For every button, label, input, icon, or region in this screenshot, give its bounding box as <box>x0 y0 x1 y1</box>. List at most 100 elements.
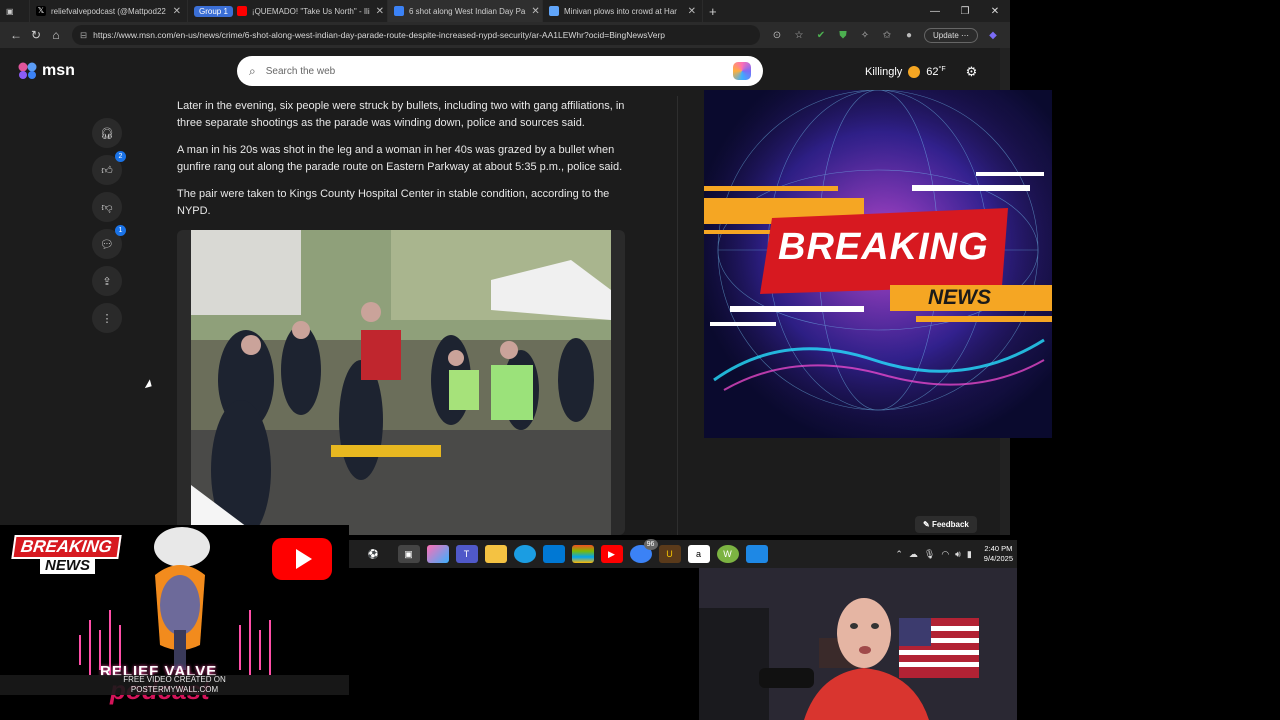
x-logo-icon: 𝕏 <box>36 6 46 16</box>
volume-icon[interactable]: 🔊︎ <box>955 549 961 560</box>
close-icon[interactable]: ✕ <box>167 6 181 17</box>
microphone-icon[interactable]: 🎙︎ <box>924 549 935 560</box>
ups-icon[interactable]: U <box>658 545 681 563</box>
amazon-icon[interactable]: a <box>687 545 710 563</box>
msn-logo[interactable]: msn <box>18 62 75 80</box>
youtube-icon[interactable]: ▶ <box>600 545 623 563</box>
wifi-icon[interactable]: ◠ <box>941 549 949 560</box>
search-box[interactable]: ⌕ Search the web <box>237 56 763 86</box>
tab-youtube[interactable]: Group 1 ¡QUEMADO! "Take Us North" - Ili … <box>188 0 388 22</box>
search-icon: ⌕ <box>249 63 256 78</box>
url-text: https://www.msn.com/en-us/news/crime/6-s… <box>93 30 665 40</box>
weather-widget-icon[interactable]: ⚽ <box>357 545 391 563</box>
outlook-icon[interactable] <box>542 545 565 563</box>
article-photo[interactable] <box>177 230 625 535</box>
site-info-icon[interactable]: ⊟ <box>80 30 87 41</box>
update-label: Update <box>932 30 959 40</box>
system-tray: ⌃ ☁ 🎙︎ ◠ 🔊︎ ▮ 2:40 PM 9/4/2025 <box>895 544 1013 564</box>
news-icon <box>549 6 559 16</box>
update-button[interactable]: Update ⋯ <box>923 27 978 43</box>
url-field[interactable]: ⊟ https://www.msn.com/en-us/news/crime/6… <box>72 25 760 45</box>
tab-label: Minivan plows into crowd at Har <box>564 6 677 16</box>
close-icon[interactable]: ✕ <box>370 6 384 17</box>
extension-check-icon[interactable]: ✔ <box>810 30 832 41</box>
dislike-thumbs-down-icon[interactable]: 👎︎ <box>92 192 122 222</box>
teams-icon[interactable]: T <box>455 545 478 563</box>
microphone-logo <box>79 527 271 675</box>
favorite-star-icon[interactable]: ☆ <box>788 30 810 41</box>
share-icon[interactable]: ⇪ <box>92 266 122 296</box>
search-input[interactable]: Search the web <box>266 66 336 77</box>
clock-date: 9/4/2025 <box>983 554 1013 563</box>
close-icon[interactable]: ✕ <box>682 6 696 17</box>
weather-unit: °F <box>938 66 946 73</box>
file-explorer-icon[interactable] <box>484 545 507 563</box>
close-window-icon[interactable]: ✕ <box>980 6 1010 17</box>
onedrive-icon[interactable]: ☁ <box>909 549 918 560</box>
article-body: Later in the evening, six people were st… <box>177 98 627 230</box>
maximize-icon[interactable]: ❐ <box>950 6 980 17</box>
msn-butterfly-icon <box>18 62 38 80</box>
reader-icon[interactable]: ⊙ <box>766 30 788 41</box>
tab-msn-article[interactable]: 6 shot along West Indian Day Pa ✕ <box>388 0 543 22</box>
msn-icon <box>394 6 404 16</box>
weather-widget[interactable]: Killingly 62°F ⚙ <box>865 64 977 80</box>
clock[interactable]: 2:40 PM 9/4/2025 <box>984 544 1013 564</box>
youtube-play-icon[interactable] <box>272 538 332 580</box>
new-tab-button[interactable]: + <box>703 0 725 22</box>
comment-icon[interactable]: 💬︎ 1 <box>92 225 126 259</box>
browser-tab-bar: ▣ 𝕏 reliefvalvepodcast (@Mattpod22 ✕ Gro… <box>0 0 1010 22</box>
close-icon[interactable]: ✕ <box>525 6 539 17</box>
article-action-rail: 🎧︎ 👍︎ 2 👎︎ 💬︎ 1 ⇪ ⋮ <box>92 118 126 340</box>
tab-minivan-article[interactable]: Minivan plows into crowd at Har ✕ <box>543 0 703 22</box>
workspaces-icon[interactable]: ▣ <box>0 0 30 22</box>
copilot-icon[interactable]: ◆ <box>982 30 1004 41</box>
favorites-icon[interactable]: ✩ <box>876 30 898 41</box>
column-divider <box>677 96 678 535</box>
sunny-icon <box>908 66 921 78</box>
listen-headphones-icon[interactable]: 🎧︎ <box>92 118 122 148</box>
profile-avatar[interactable]: ● <box>898 30 920 41</box>
webcam-feed <box>699 568 1017 720</box>
tab-label: 6 shot along West Indian Day Pa <box>409 6 526 16</box>
edge-browser-icon[interactable] <box>513 545 536 563</box>
youtube-icon <box>236 6 247 16</box>
snipping-tool-icon[interactable] <box>745 545 768 563</box>
minimize-icon[interactable]: — <box>920 6 950 17</box>
like-thumbs-up-icon[interactable]: 👍︎ 2 <box>92 151 126 185</box>
notification-count: 96 <box>643 539 658 550</box>
webtoons-icon[interactable]: W <box>716 545 739 563</box>
podcast-branding-overlay: BREAKING NEWS RELIEF VALVE podcast FREE … <box>0 525 349 720</box>
feedback-button[interactable]: ✎ Feedback <box>915 516 977 533</box>
more-options-icon[interactable]: ⋮ <box>92 303 122 333</box>
battery-icon[interactable]: ▮ <box>967 549 972 560</box>
store-icon[interactable] <box>571 545 594 563</box>
copilot-icon[interactable] <box>426 545 449 563</box>
article-paragraph: The pair were taken to Kings County Hosp… <box>177 188 610 217</box>
weather-location: Killingly <box>865 66 903 78</box>
tab-group-chip[interactable]: Group 1 <box>194 5 233 17</box>
extension-shield-icon[interactable]: ⛊ <box>832 30 854 41</box>
like-count-badge: 2 <box>115 151 126 162</box>
tab-x-profile[interactable]: 𝕏 reliefvalvepodcast (@Mattpod22 ✕ <box>30 0 188 22</box>
clock-time: 2:40 PM <box>984 544 1013 553</box>
home-icon[interactable]: ⌂ <box>46 28 66 42</box>
refresh-icon[interactable]: ↻ <box>26 28 46 42</box>
chevron-up-icon[interactable]: ⌃ <box>895 549 903 560</box>
windows-taskbar: ⚽ ▣ T ▶ 96 U a W ⌃ ☁ 🎙︎ ◠ 🔊︎ ▮ 2:40 PM 9… <box>349 539 1017 568</box>
msn-logo-text: msn <box>42 62 75 79</box>
article-paragraph: A man in his 20s was shot in the leg and… <box>177 144 623 173</box>
extensions-icon[interactable]: ✧ <box>854 30 876 41</box>
settings-gear-icon[interactable]: ⚙ <box>966 64 978 80</box>
tab-label: ¡QUEMADO! "Take Us North" - Ili <box>251 6 370 16</box>
weather-temp: 62 <box>926 66 939 78</box>
app-notification-icon[interactable]: 96 <box>629 539 658 563</box>
article-paragraph: Later in the evening, six people were st… <box>177 100 625 129</box>
task-view-icon[interactable]: ▣ <box>397 545 420 563</box>
copilot-icon[interactable] <box>733 62 751 80</box>
address-bar-row: ← ↻ ⌂ ⊟ https://www.msn.com/en-us/news/c… <box>0 22 1010 48</box>
watermark: FREE VIDEO CREATED ON POSTERMYWALL.COM <box>0 675 349 695</box>
back-icon[interactable]: ← <box>6 28 26 42</box>
breaking-text: BREAKING <box>778 226 989 268</box>
feedback-label: Feedback <box>931 520 969 529</box>
